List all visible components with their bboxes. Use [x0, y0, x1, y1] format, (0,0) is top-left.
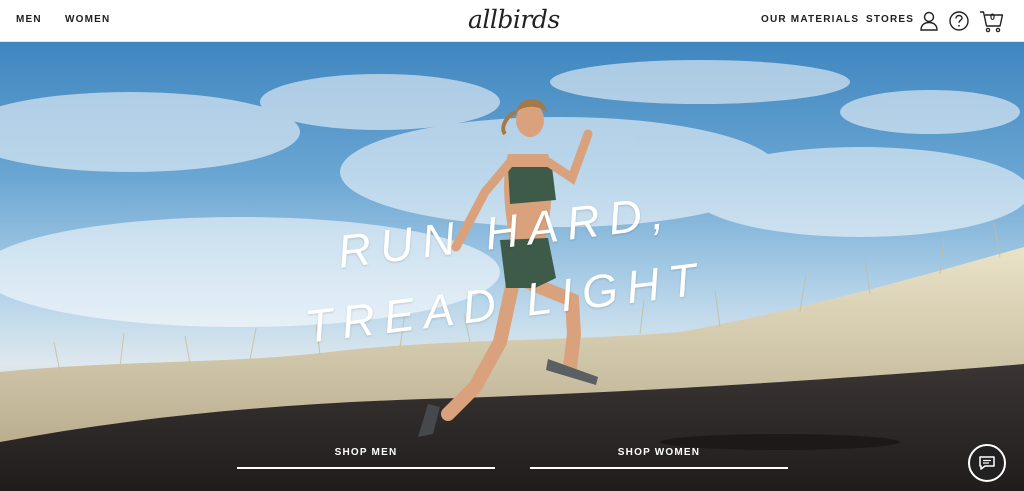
hero-background-photo — [0, 60, 1024, 491]
nav-our-materials-link[interactable]: OUR MATERIALS — [761, 14, 859, 25]
account-icon[interactable] — [918, 10, 940, 32]
shop-men-link[interactable]: SHOP MEN — [237, 445, 495, 469]
nav-men-link[interactable]: MEN — [16, 14, 42, 25]
chat-icon — [979, 456, 995, 470]
chat-button[interactable] — [968, 444, 1006, 482]
help-icon[interactable] — [948, 10, 970, 32]
allbirds-logo[interactable]: allbirds — [468, 5, 560, 34]
site-header: MEN WOMEN allbirds OUR MATERIALS STORES … — [0, 0, 1024, 42]
hero-banner: RUN HARD, TREAD LIGHT SHOP MEN SHOP WOME… — [0, 42, 1024, 491]
nav-women-link[interactable]: WOMEN — [65, 14, 110, 25]
cart-count: 0 — [990, 12, 996, 22]
shop-women-link[interactable]: SHOP WOMEN — [530, 445, 788, 469]
cart-icon[interactable]: 0 — [979, 10, 1005, 33]
nav-stores-link[interactable]: STORES — [866, 14, 914, 25]
